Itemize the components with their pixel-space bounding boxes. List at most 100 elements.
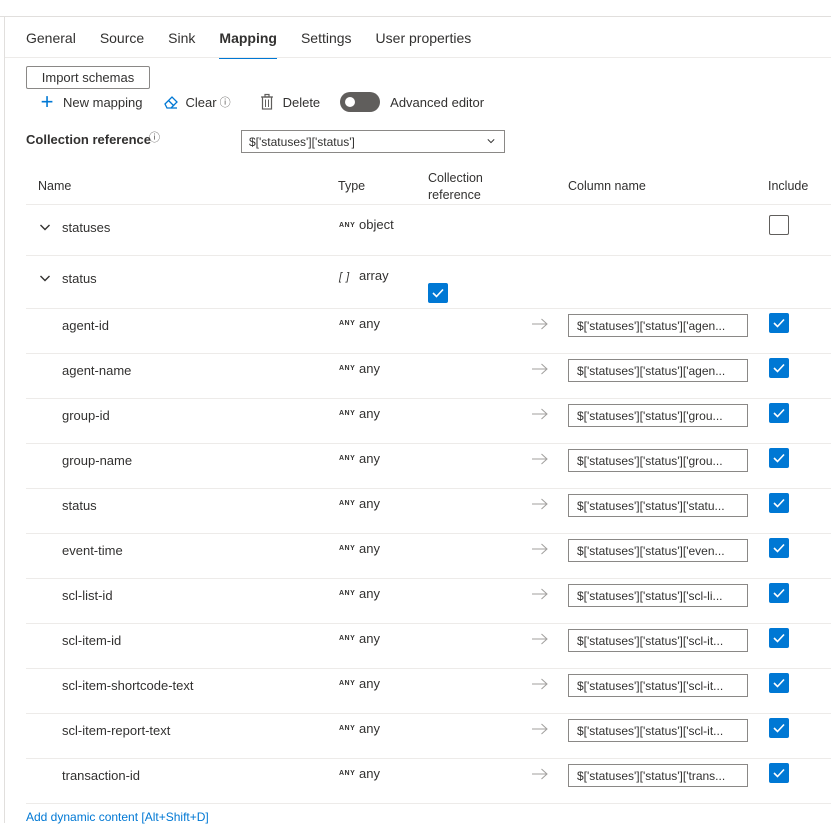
plus-icon: + <box>40 89 54 114</box>
info-icon[interactable]: ⓘ <box>220 94 231 110</box>
trash-icon <box>259 93 275 111</box>
include-checkbox[interactable] <box>769 718 789 738</box>
include-checkbox[interactable] <box>769 313 789 333</box>
include-checkbox[interactable] <box>769 583 789 603</box>
field-type: object <box>359 217 394 232</box>
field-name: status <box>62 271 97 286</box>
collection-reference-checkbox[interactable] <box>428 283 448 303</box>
tab-user-properties[interactable]: User properties <box>376 30 472 57</box>
field-name: scl-item-shortcode-text <box>62 678 194 693</box>
column-name-input[interactable]: $['statuses']['status']['trans... <box>568 764 748 787</box>
field-type: any <box>359 496 380 511</box>
column-name-input[interactable]: $['statuses']['status']['agen... <box>568 359 748 382</box>
header-include: Include <box>768 179 809 193</box>
field-name: transaction-id <box>62 768 141 783</box>
arrow-right-icon <box>532 362 548 375</box>
column-name-input[interactable]: $['statuses']['status']['grou... <box>568 449 748 472</box>
column-name-value: $['statuses']['status']['scl-it... <box>577 633 724 648</box>
column-name-input[interactable]: $['statuses']['status']['scl-it... <box>568 719 748 742</box>
chevron-down-icon[interactable] <box>39 272 51 284</box>
arrow-right-icon <box>532 317 548 330</box>
include-checkbox[interactable] <box>769 448 789 468</box>
include-checkbox[interactable] <box>769 628 789 648</box>
column-name-input[interactable]: $['statuses']['status']['even... <box>568 539 748 562</box>
include-checkbox[interactable] <box>769 538 789 558</box>
include-checkbox[interactable] <box>769 493 789 513</box>
arrow-right-icon <box>532 677 548 690</box>
column-name-value: $['statuses']['status']['scl-it... <box>577 723 724 738</box>
table-row: scl-list-id ANY any $['statuses']['status']… <box>26 579 831 624</box>
table-row: event-time ANY any $['statuses']['status'][… <box>26 534 831 579</box>
column-name-value: $['statuses']['status']['agen... <box>577 318 726 333</box>
include-checkbox[interactable] <box>769 358 789 378</box>
delete-label: Delete <box>282 94 321 110</box>
type-badge: ANY <box>339 590 356 597</box>
advanced-editor-label: Advanced editor <box>390 94 485 110</box>
header-type: Type <box>338 179 366 193</box>
field-type: any <box>359 676 380 691</box>
tab-settings[interactable]: Settings <box>301 30 352 57</box>
column-name-input[interactable]: $['statuses']['status']['scl-it... <box>568 674 748 697</box>
chevron-down-icon[interactable] <box>39 221 51 233</box>
table-row: scl-item-id ANY any $['statuses']['status']… <box>26 624 831 669</box>
arrow-right-icon <box>532 452 548 465</box>
column-name-value: $['statuses']['status']['scl-it... <box>577 678 724 693</box>
advanced-editor-toggle[interactable] <box>340 92 381 112</box>
type-badge: ANY <box>339 725 356 732</box>
top-bar <box>0 0 831 17</box>
info-icon[interactable]: ⓘ <box>149 129 160 145</box>
tabs-divider <box>5 57 831 58</box>
toggle-knob <box>345 97 356 107</box>
include-checkbox[interactable] <box>769 403 789 423</box>
field-type: any <box>359 721 380 736</box>
field-type: array <box>359 268 389 283</box>
new-mapping-button[interactable]: + New mapping <box>38 89 143 114</box>
type-badge: ANY <box>339 635 356 642</box>
field-name: scl-list-id <box>62 588 113 603</box>
include-checkbox[interactable] <box>769 215 789 235</box>
field-name: statuses <box>62 220 111 235</box>
column-name-input[interactable]: $['statuses']['status']['grou... <box>568 404 748 427</box>
add-dynamic-content-link[interactable]: Add dynamic content [Alt+Shift+D] <box>26 810 209 824</box>
arrow-right-icon <box>532 587 548 600</box>
field-name: scl-item-report-text <box>62 723 171 738</box>
column-name-value: $['statuses']['status']['scl-li... <box>577 588 723 603</box>
field-type: any <box>359 631 380 646</box>
column-name-input[interactable]: $['statuses']['status']['statu... <box>568 494 748 517</box>
column-name-input[interactable]: $['statuses']['status']['scl-li... <box>568 584 748 607</box>
arrow-right-icon <box>532 497 548 510</box>
tab-mapping[interactable]: Mapping <box>219 30 277 59</box>
tab-general[interactable]: General <box>26 30 76 57</box>
type-badge: ANY <box>339 320 356 327</box>
clear-button[interactable]: Clear ⓘ <box>143 93 231 111</box>
import-schemas-button[interactable]: Import schemas <box>26 66 150 89</box>
field-type: any <box>359 406 380 421</box>
table-row: agent-id ANY any $['statuses']['status']['a… <box>26 309 831 354</box>
tab-source[interactable]: Source <box>100 30 144 57</box>
table-row: agent-name ANY any $['statuses']['status'][… <box>26 354 831 399</box>
column-name-input[interactable]: $['statuses']['status']['agen... <box>568 314 748 337</box>
column-name-input[interactable]: $['statuses']['status']['scl-it... <box>568 629 748 652</box>
collection-reference-dropdown[interactable]: $['statuses']['status'] <box>241 130 505 153</box>
tab-sink[interactable]: Sink <box>168 30 195 57</box>
chevron-down-icon <box>487 139 495 144</box>
clear-label: Clear <box>185 94 217 110</box>
column-name-value: $['statuses']['status']['grou... <box>577 453 723 468</box>
field-type: any <box>359 541 380 556</box>
new-mapping-label: New mapping <box>63 94 143 110</box>
arrow-right-icon <box>532 632 548 645</box>
field-name: scl-item-id <box>62 633 122 648</box>
include-checkbox[interactable] <box>769 673 789 693</box>
field-name: agent-name <box>62 363 132 378</box>
field-name: group-id <box>62 408 110 423</box>
delete-button[interactable]: Delete <box>231 93 321 111</box>
arrow-right-icon <box>532 767 548 780</box>
field-name: agent-id <box>62 318 109 333</box>
table-row: status ANY any $['statuses']['status']['sta… <box>26 489 831 534</box>
header-name: Name <box>38 179 72 193</box>
include-checkbox[interactable] <box>769 763 789 783</box>
tab-bar: General Source Sink Mapping Settings Use… <box>26 30 495 59</box>
type-badge: ANY <box>339 680 356 687</box>
column-name-value: $['statuses']['status']['trans... <box>577 768 726 783</box>
column-name-value: $['statuses']['status']['even... <box>577 543 725 558</box>
